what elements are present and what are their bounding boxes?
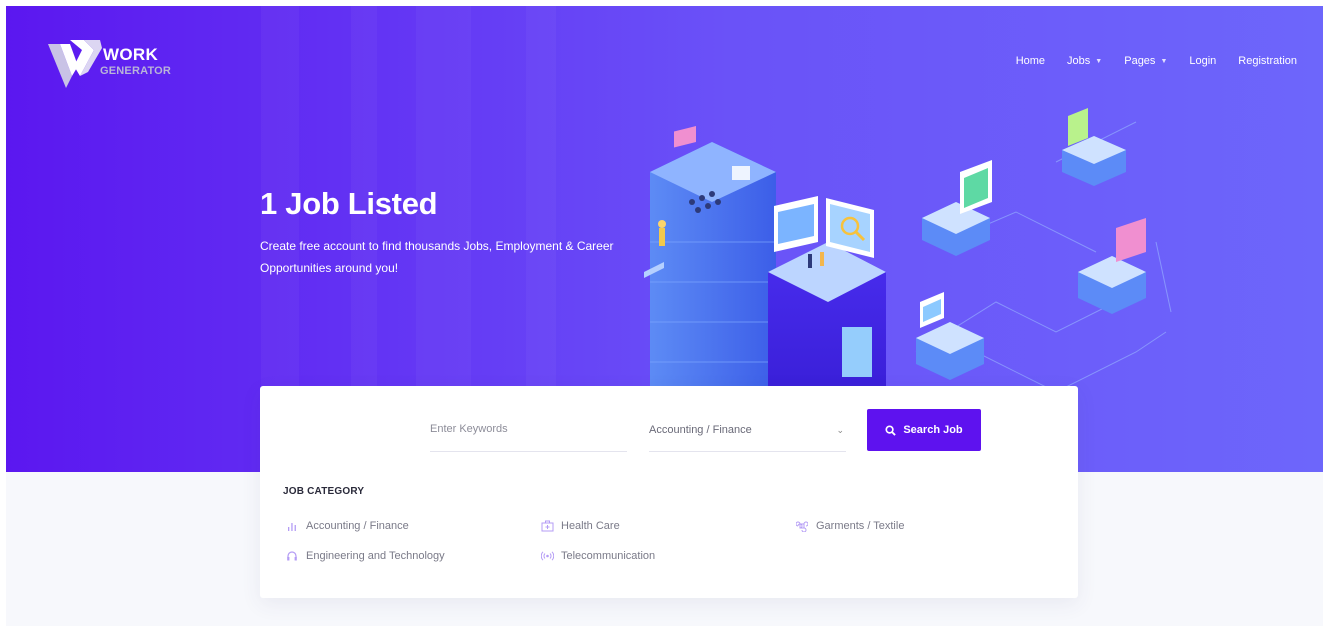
broadcast-icon — [540, 549, 554, 563]
command-icon — [795, 519, 809, 533]
hero-subtitle: Create free account to find thousands Jo… — [260, 239, 614, 275]
medical-kit-icon — [540, 519, 554, 533]
category-link-engineering[interactable]: Engineering and Technology — [285, 549, 445, 563]
chevron-down-icon: ⌄ — [836, 425, 844, 435]
hero-title: 1 Job Listed — [260, 186, 438, 221]
nav-jobs[interactable]: Jobs ▼ — [1067, 55, 1102, 67]
category-link-telecommunication[interactable]: Telecommunication — [540, 549, 655, 563]
job-category-heading: JOB CATEGORY — [283, 486, 365, 497]
category-link-health-care[interactable]: Health Care — [540, 519, 620, 533]
page: WORK GENERATOR Home Jobs ▼ Pages ▼ Login R… — [6, 6, 1323, 626]
chevron-down-icon: ▼ — [1160, 57, 1168, 65]
category-label: Engineering and Technology — [306, 550, 445, 562]
nav-label: Registration — [1238, 55, 1297, 67]
nav-label: Login — [1189, 55, 1217, 67]
search-button-label: Search Job — [903, 424, 963, 436]
nav-label: Home — [1015, 55, 1046, 67]
logo-text-generator: GENERATOR — [100, 65, 172, 77]
category-select-value: Accounting / Finance — [649, 424, 752, 436]
nav-label: Pages — [1124, 55, 1156, 67]
nav-registration[interactable]: Registration — [1238, 55, 1297, 67]
nav-label: Jobs — [1067, 55, 1091, 67]
search-job-button[interactable]: Search Job — [867, 409, 981, 451]
brand-logo[interactable]: WORK GENERATOR — [44, 36, 194, 90]
logo-mark-icon — [48, 40, 102, 88]
keyword-field — [430, 414, 627, 452]
headphones-icon — [285, 549, 299, 563]
chevron-down-icon: ▼ — [1095, 57, 1103, 65]
keyword-input[interactable] — [430, 414, 627, 444]
category-link-accounting[interactable]: Accounting / Finance — [285, 519, 409, 533]
category-label: Accounting / Finance — [306, 520, 409, 532]
category-link-garments[interactable]: Garments / Textile — [795, 519, 904, 533]
category-select[interactable]: Accounting / Finance ⌄ — [649, 414, 846, 452]
main-nav: Home Jobs ▼ Pages ▼ Login Registration — [994, 55, 1297, 67]
logo-text-work: WORK — [103, 45, 159, 64]
nav-home[interactable]: Home — [1016, 55, 1045, 67]
search-icon — [885, 424, 897, 436]
category-label: Telecommunication — [561, 550, 656, 562]
category-label: Health Care — [561, 520, 620, 532]
nav-login[interactable]: Login — [1189, 55, 1216, 67]
nav-pages[interactable]: Pages ▼ — [1124, 55, 1167, 67]
job-search-card: Accounting / Finance ⌄ Search Job JOB CA… — [260, 386, 1078, 598]
category-label: Garments / Textile — [816, 520, 905, 532]
bar-chart-icon — [285, 519, 299, 533]
